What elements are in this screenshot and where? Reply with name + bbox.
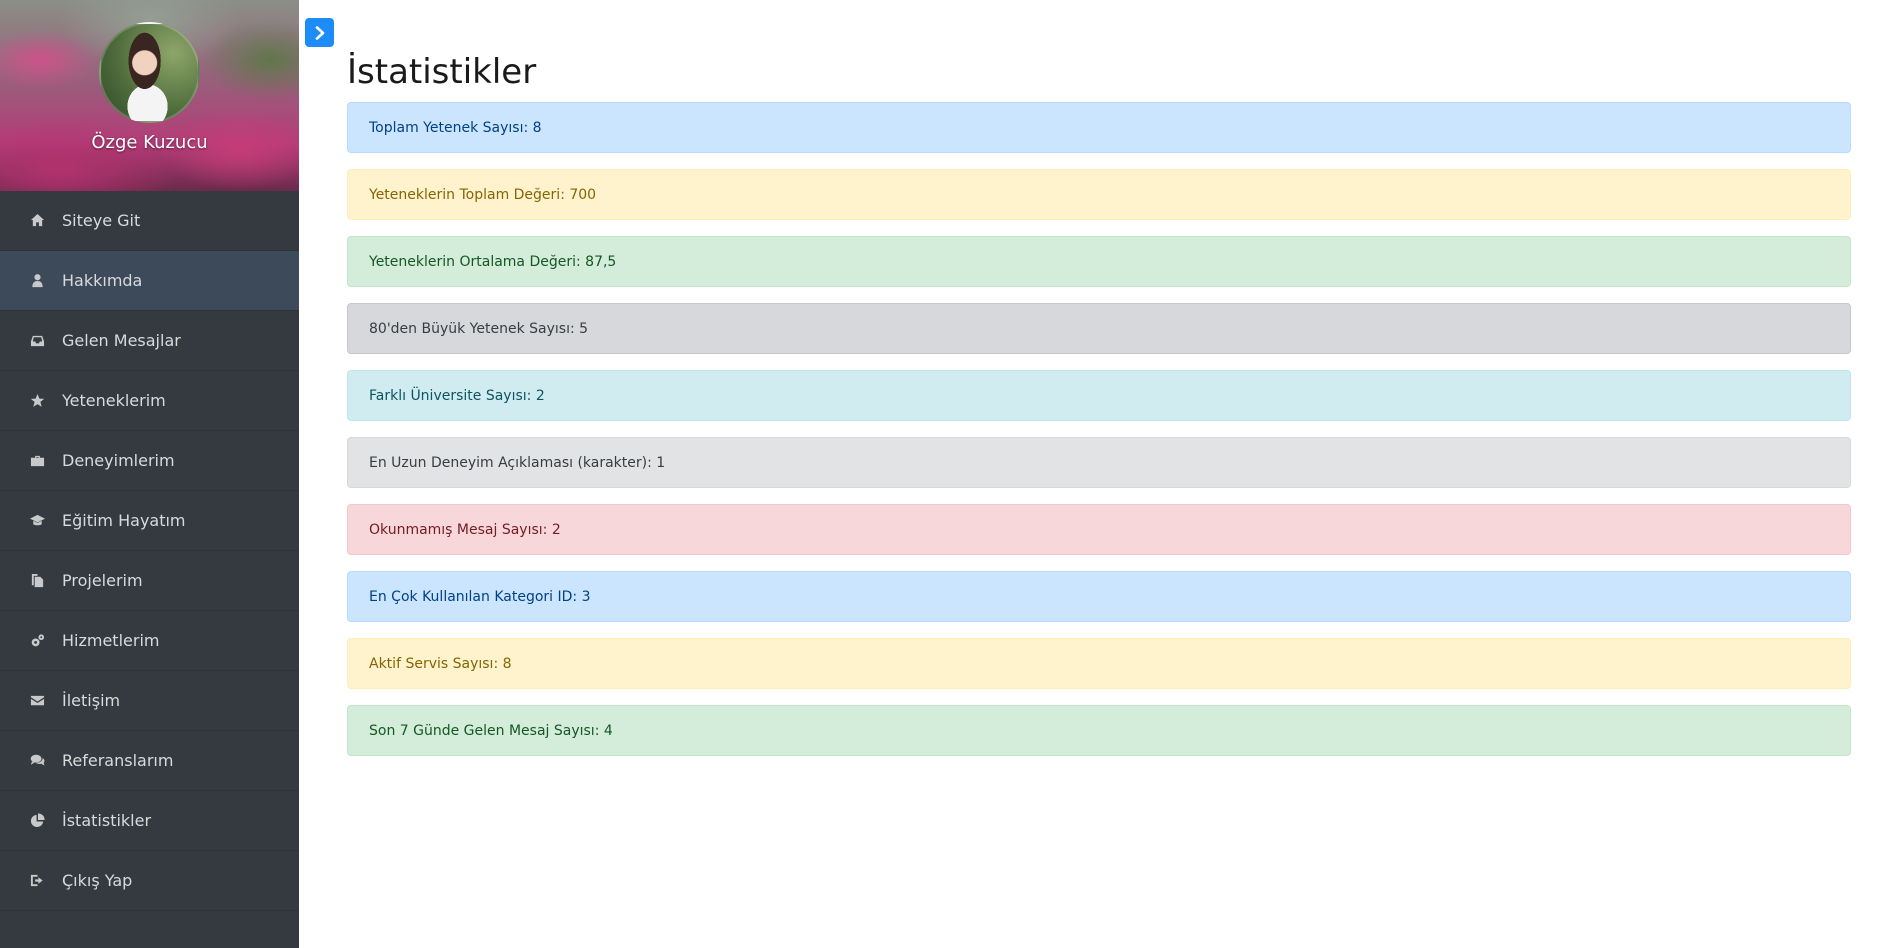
sidebar-item-label: Hakkımda [62,271,143,290]
sidebar-item-label: Referanslarım [62,751,174,770]
sidebar-item-projelerim[interactable]: Projelerim [0,551,299,611]
stat-farkli-universite: Farklı Üniversite Sayısı: 2 [347,370,1851,421]
sidebar-item-hizmetlerim[interactable]: Hizmetlerim [0,611,299,671]
cogs-icon [28,632,46,650]
sidebar-item-gelen-mesajlar[interactable]: Gelen Mesajlar [0,311,299,371]
sidebar-item-label: Gelen Mesajlar [62,331,181,350]
page-title: İstatistikler [347,52,537,92]
sidebar-item-yeteneklerim[interactable]: Yeteneklerim [0,371,299,431]
sidebar-item-label: Siteye Git [62,211,141,230]
sidebar-item-egitim-hayatim[interactable]: Eğitim Hayatım [0,491,299,551]
profile-name: Özge Kuzucu [91,132,208,153]
stat-toplam-yetenek: Toplam Yetenek Sayısı: 8 [347,102,1851,153]
sidebar-menu: Siteye Git Hakkımda Gelen Mesajlar Yeten… [0,191,299,911]
sidebar: Özge Kuzucu Siteye Git Hakkımda Gelen Me… [0,0,299,948]
star-icon [28,392,46,410]
chevron-right-icon [315,25,324,40]
stat-en-cok-kategori: En Çok Kullanılan Kategori ID: 3 [347,571,1851,622]
envelope-icon [28,692,46,710]
stat-yetenek-ortalama-degeri: Yeteneklerin Ortalama Değeri: 87,5 [347,236,1851,287]
main-content: İstatistikler Toplam Yetenek Sayısı: 8 Y… [347,0,1851,772]
graduation-cap-icon [28,512,46,530]
sidebar-item-label: Projelerim [62,571,143,590]
sidebar-item-siteye-git[interactable]: Siteye Git [0,191,299,251]
stat-aktif-servis: Aktif Servis Sayısı: 8 [347,638,1851,689]
sidebar-item-label: Deneyimlerim [62,451,175,470]
avatar [99,22,200,123]
sidebar-item-label: Yeteneklerim [62,391,166,410]
sidebar-item-label: Eğitim Hayatım [62,511,186,530]
sidebar-item-hakkimda[interactable]: Hakkımda [0,251,299,311]
stat-80-buyuk-yetenek: 80'den Büyük Yetenek Sayısı: 5 [347,303,1851,354]
sidebar-item-deneyimlerim[interactable]: Deneyimlerim [0,431,299,491]
profile-header: Özge Kuzucu [0,0,299,191]
user-icon [28,272,46,290]
sidebar-item-label: Çıkış Yap [62,871,133,890]
briefcase-icon [28,452,46,470]
sidebar-item-label: İletişim [62,691,121,710]
sidebar-item-label: Hizmetlerim [62,631,160,650]
inbox-icon [28,332,46,350]
sign-out-icon [28,872,46,890]
sidebar-item-istatistikler[interactable]: İstatistikler [0,791,299,851]
stats-list: Toplam Yetenek Sayısı: 8 Yeteneklerin To… [347,102,1851,756]
sidebar-item-iletisim[interactable]: İletişim [0,671,299,731]
comments-icon [28,752,46,770]
stat-okunmamis-mesaj: Okunmamış Mesaj Sayısı: 2 [347,504,1851,555]
stat-yetenek-toplam-degeri: Yeteneklerin Toplam Değeri: 700 [347,169,1851,220]
sidebar-item-cikis-yap[interactable]: Çıkış Yap [0,851,299,911]
home-icon [28,212,46,230]
stat-son-7-gun-mesaj: Son 7 Günde Gelen Mesaj Sayısı: 4 [347,705,1851,756]
files-icon [28,572,46,590]
stat-en-uzun-deneyim: En Uzun Deneyim Açıklaması (karakter): 1 [347,437,1851,488]
sidebar-item-referanslarim[interactable]: Referanslarım [0,731,299,791]
sidebar-item-label: İstatistikler [62,811,152,830]
pie-chart-icon [28,812,46,830]
sidebar-toggle-button[interactable] [305,18,334,47]
